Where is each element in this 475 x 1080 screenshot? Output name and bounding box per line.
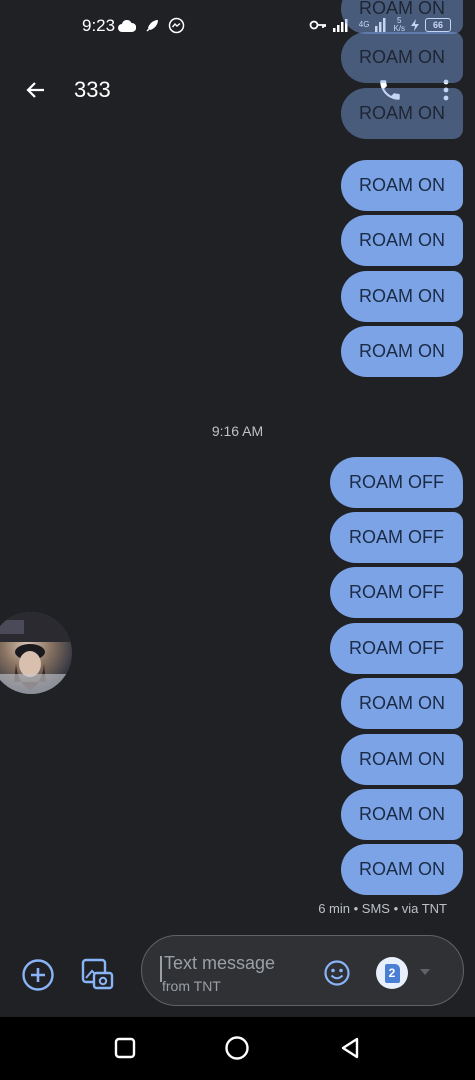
- composer-row: Text message from TNT 2: [0, 935, 475, 1015]
- message-bubble[interactable]: ROAM ON: [341, 271, 463, 322]
- message-bubble[interactable]: ROAM ON: [341, 0, 463, 34]
- circle-icon: [225, 1036, 249, 1060]
- arrow-back-icon: [26, 82, 44, 98]
- timestamp-divider: 9:16 AM: [211, 423, 264, 439]
- message-text: ROAM ON: [358, 341, 445, 361]
- chat-head-avatar[interactable]: [0, 612, 72, 694]
- avatar-image: [0, 612, 72, 694]
- message-bubble[interactable]: ROAM ON: [341, 88, 463, 139]
- message-text: ROAM ON: [358, 0, 445, 18]
- vpn-key-icon: [309, 20, 326, 30]
- sim-selector-button[interactable]: 2: [376, 957, 408, 989]
- sim-card-icon: 2: [384, 963, 400, 983]
- message-bubble[interactable]: ROAM ON: [341, 160, 463, 211]
- message-text: ROAM ON: [358, 286, 445, 306]
- message-bubble[interactable]: ROAM ON: [341, 326, 463, 377]
- status-time: 9:23: [82, 16, 116, 35]
- message-bubble[interactable]: ROAM ON: [341, 32, 463, 83]
- sim-dropdown[interactable]: [419, 966, 431, 978]
- message-bubble[interactable]: ROAM ON: [341, 844, 463, 895]
- message-bubble[interactable]: ROAM ON: [341, 215, 463, 266]
- gallery-camera-icon: [81, 958, 114, 990]
- back-nav-button[interactable]: [335, 1033, 365, 1063]
- message-text: ROAM ON: [358, 859, 445, 879]
- message-input[interactable]: Text message from TNT 2: [141, 935, 464, 1006]
- back-button[interactable]: [20, 74, 52, 106]
- dropdown-arrow-icon: [420, 969, 430, 975]
- message-text: ROAM ON: [358, 693, 445, 713]
- sim-number: 2: [388, 966, 396, 980]
- message-bubble[interactable]: ROAM OFF: [330, 623, 463, 674]
- attach-button[interactable]: [20, 957, 56, 993]
- home-button[interactable]: [222, 1033, 252, 1063]
- message-meta: 6 min • SMS • via TNT: [318, 901, 447, 916]
- recents-button[interactable]: [110, 1033, 140, 1063]
- message-text: ROAM OFF: [349, 527, 444, 547]
- message-text: ROAM ON: [358, 103, 445, 123]
- message-text: ROAM ON: [358, 175, 445, 195]
- message-text: ROAM OFF: [349, 638, 444, 658]
- cloud-icon: [118, 19, 136, 32]
- message-bubble[interactable]: ROAM OFF: [330, 567, 463, 618]
- sim-label: from TNT: [162, 978, 221, 994]
- messenger-icon: [168, 17, 185, 34]
- system-nav-bar: [0, 1017, 475, 1080]
- emoji-button[interactable]: [322, 958, 352, 988]
- message-placeholder: Text message: [164, 953, 276, 973]
- message-bubble[interactable]: ROAM ON: [341, 678, 463, 729]
- message-text: ROAM ON: [358, 804, 445, 824]
- message-bubble[interactable]: ROAM OFF: [330, 457, 463, 508]
- message-text: ROAM ON: [358, 230, 445, 250]
- add-circle-icon: [22, 959, 54, 991]
- message-bubble[interactable]: ROAM ON: [341, 789, 463, 840]
- square-icon: [114, 1037, 136, 1059]
- emoji-icon: [324, 960, 350, 986]
- message-text: ROAM OFF: [349, 472, 444, 492]
- message-text: ROAM ON: [358, 47, 445, 67]
- message-bubble[interactable]: ROAM OFF: [330, 512, 463, 563]
- status-left-icons: [118, 17, 185, 34]
- message-text: ROAM ON: [358, 749, 445, 769]
- conversation-title: 333: [74, 77, 111, 102]
- gallery-button[interactable]: [78, 955, 116, 993]
- message-text: ROAM OFF: [349, 582, 444, 602]
- triangle-back-icon: [341, 1037, 359, 1059]
- message-bubble[interactable]: ROAM ON: [341, 734, 463, 785]
- rocket-icon: [146, 19, 158, 32]
